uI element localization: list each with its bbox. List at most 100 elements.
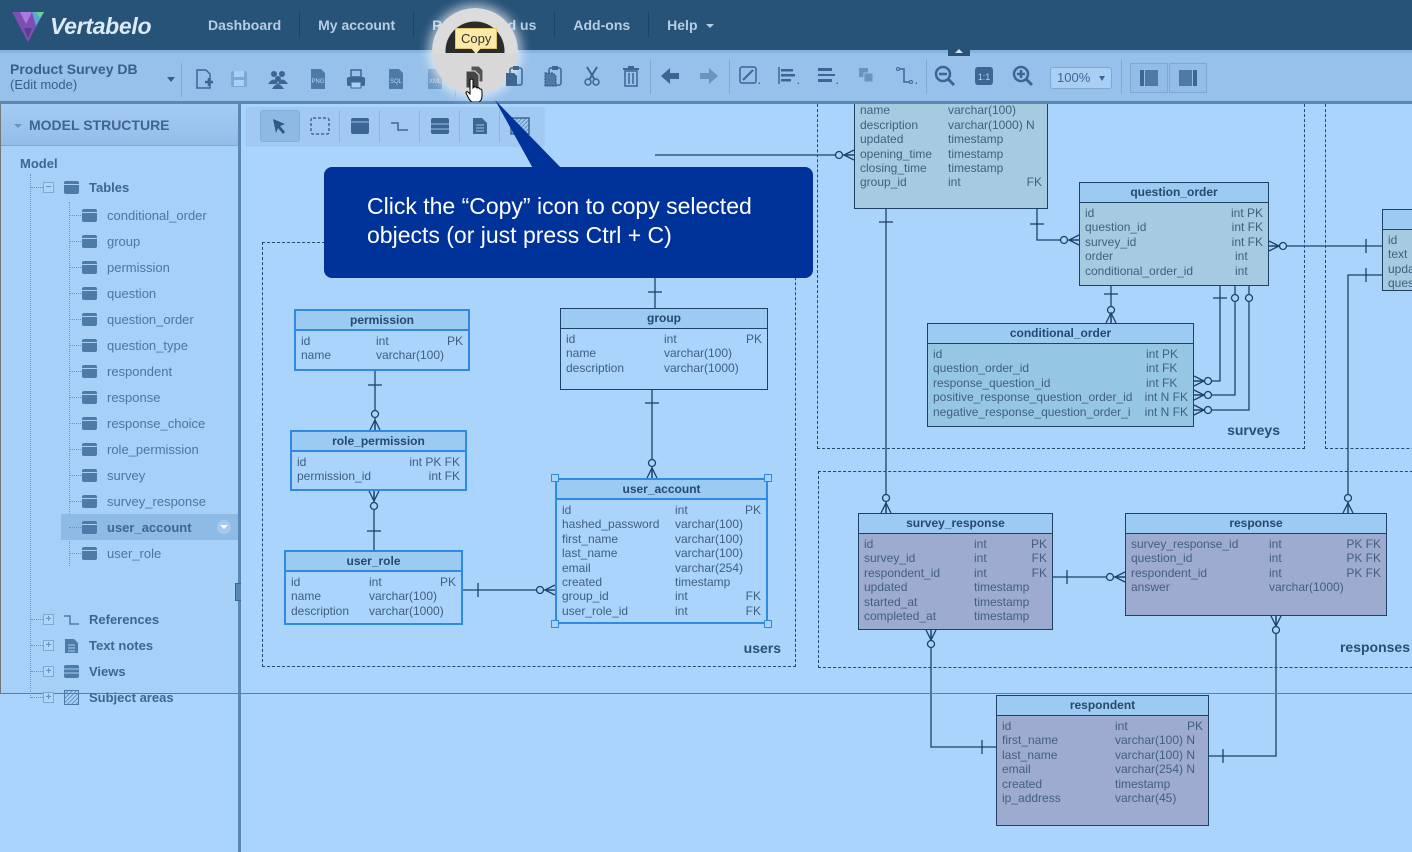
table-icon — [82, 494, 97, 508]
entity-column-row: updated timestamp — [860, 132, 1042, 146]
entity-permission[interactable]: permission id int PK name varchar(100) — [294, 309, 470, 371]
sidebar-table-item[interactable]: respondent — [61, 358, 172, 384]
add-table-tool[interactable] — [340, 110, 380, 142]
sidebar-table-item[interactable]: question — [61, 280, 156, 306]
export-sql-icon[interactable]: SQL — [384, 67, 408, 91]
tree-root-model[interactable]: Model — [20, 156, 58, 171]
tree-views[interactable]: + Views — [31, 658, 126, 684]
entity-group[interactable]: group id int PK name varchar(100) description v… — [560, 308, 768, 390]
expand-icon[interactable]: + — [43, 691, 54, 703]
paste-icon[interactable] — [502, 64, 526, 88]
resize-handle[interactable] — [764, 620, 772, 628]
nav-my-account[interactable]: My account — [300, 12, 415, 38]
zoom-level-select[interactable]: 100% — [1050, 67, 1112, 89]
resize-handle[interactable] — [551, 474, 559, 482]
sidebar-table-item[interactable]: role_permission — [61, 436, 199, 462]
nav-dashboard[interactable]: Dashboard — [190, 12, 301, 38]
marquee-select-tool[interactable] — [300, 110, 340, 142]
sidebar-table-item[interactable]: response — [61, 384, 160, 410]
sidebar-table-item[interactable]: conditional_order — [61, 202, 207, 228]
sidebar-table-item[interactable]: survey — [61, 462, 145, 488]
tree-subject-areas[interactable]: + Subject areas — [31, 684, 174, 710]
add-subject-area-tool[interactable] — [500, 110, 540, 142]
zoom-out-icon[interactable] — [933, 64, 957, 88]
entity-survey-response[interactable]: survey_response id int PK survey_id int FK resp… — [858, 513, 1053, 630]
zoom-in-icon[interactable] — [1011, 64, 1035, 88]
entity-conditional-order[interactable]: conditional_order id int PK question_order_… — [927, 323, 1194, 427]
export-png-icon[interactable]: PNG — [306, 67, 330, 91]
sidebar-table-item[interactable]: survey_response — [61, 488, 206, 514]
redo-icon[interactable] — [697, 64, 721, 88]
expand-icon[interactable]: + — [43, 665, 54, 677]
add-text-note-tool[interactable] — [460, 110, 500, 142]
column-name: question_id — [1131, 551, 1193, 566]
collapse-header-button[interactable] — [948, 47, 970, 56]
entity-column-row: group_id int FK — [860, 175, 1042, 189]
tree-tables[interactable]: − Tables — [31, 174, 129, 200]
column-type: int — [369, 575, 382, 589]
table-icon — [82, 260, 97, 274]
sidebar-table-item[interactable]: group — [61, 228, 140, 254]
item-menu-icon[interactable] — [217, 520, 231, 534]
column-type: int PK — [1146, 347, 1179, 361]
sidebar-table-label: user_account — [107, 519, 192, 535]
expand-icon[interactable]: + — [43, 613, 54, 625]
tree-text-notes[interactable]: + Text notes — [31, 632, 153, 658]
tree-references[interactable]: + References — [31, 606, 159, 632]
new-document-icon[interactable] — [192, 67, 216, 91]
nav-add-ons[interactable]: Add-ons — [555, 12, 650, 38]
resize-handle[interactable] — [764, 474, 772, 482]
sidebar-table-item[interactable]: user_account — [61, 514, 239, 540]
nav-help[interactable]: Help — [649, 12, 731, 38]
sidebar-table-item[interactable]: permission — [61, 254, 170, 280]
edit-line-icon[interactable] — [737, 64, 761, 88]
print-icon[interactable] — [344, 67, 368, 91]
subject-area-label: surveys — [1227, 422, 1280, 438]
entity-user-account[interactable]: user_account id int PK hashed_password varcha… — [555, 478, 768, 624]
column-name: description — [860, 117, 919, 132]
cut-icon[interactable] — [580, 64, 604, 88]
sidebar-table-item[interactable]: question_order — [61, 306, 194, 332]
model-selector[interactable]: Product Survey DB (Edit mode) — [10, 61, 138, 92]
entity-user-role[interactable]: user_role id int PK name varchar(100) descript… — [284, 550, 463, 625]
collapse-icon[interactable]: − — [43, 181, 54, 193]
select-tool[interactable] — [260, 110, 300, 142]
share-users-icon[interactable] — [266, 67, 290, 91]
delete-icon[interactable] — [619, 64, 643, 88]
add-view-tool[interactable] — [420, 110, 460, 142]
align-icon[interactable] — [776, 64, 800, 88]
toggle-left-panel-button[interactable] — [1130, 63, 1168, 93]
zoom-actual-icon[interactable]: 1:1 — [972, 64, 996, 88]
resize-handle[interactable] — [551, 620, 559, 628]
format-icon[interactable] — [815, 64, 839, 88]
sidebar-table-label: response_choice — [107, 415, 206, 431]
save-icon[interactable] — [227, 67, 251, 91]
nav-help-label: Help — [667, 17, 698, 33]
model-dropdown-icon[interactable] — [167, 77, 175, 82]
model-structure-header[interactable]: MODEL STRUCTURE — [1, 104, 238, 146]
entity-question-order[interactable]: question_order id int PK question_id int FK s… — [1079, 182, 1269, 286]
reference-style-icon[interactable] — [894, 64, 918, 88]
sidebar-table-item[interactable]: response_choice — [61, 410, 205, 436]
sidebar-table-label: user_role — [107, 545, 162, 561]
chevron-down-icon — [705, 24, 714, 29]
sidebar-table-item[interactable]: question_type — [61, 332, 188, 358]
undo-icon[interactable] — [658, 64, 682, 88]
table-icon — [64, 180, 79, 194]
sidebar-table-item[interactable]: user_role — [61, 540, 161, 566]
toggle-right-panel-button[interactable] — [1169, 63, 1207, 93]
paste-special-icon[interactable] — [541, 64, 565, 88]
arrange-icon[interactable] — [855, 64, 879, 88]
reference-icon — [64, 614, 79, 625]
entity-title: permission — [296, 311, 468, 331]
entity-response[interactable]: response survey_response_id int PK FK questi… — [1125, 513, 1387, 616]
expand-icon[interactable]: + — [43, 639, 54, 651]
entity-question[interactable]: id text upda ques — [1382, 209, 1412, 291]
column-type: timestamp — [948, 146, 1004, 161]
entity-respondent[interactable]: respondent id int PK first_name varchar(100) … — [996, 695, 1209, 826]
entity-survey[interactable]: surveyidintPKnamevarchar(100)description… — [854, 104, 1048, 209]
add-reference-tool[interactable] — [380, 110, 420, 142]
vertabelo-logo[interactable]: Vertabelo — [10, 8, 152, 44]
entity-role-permission[interactable]: role_permission id int PK FK permission_id i… — [290, 430, 467, 491]
column-name: question_order_id — [933, 361, 1030, 376]
